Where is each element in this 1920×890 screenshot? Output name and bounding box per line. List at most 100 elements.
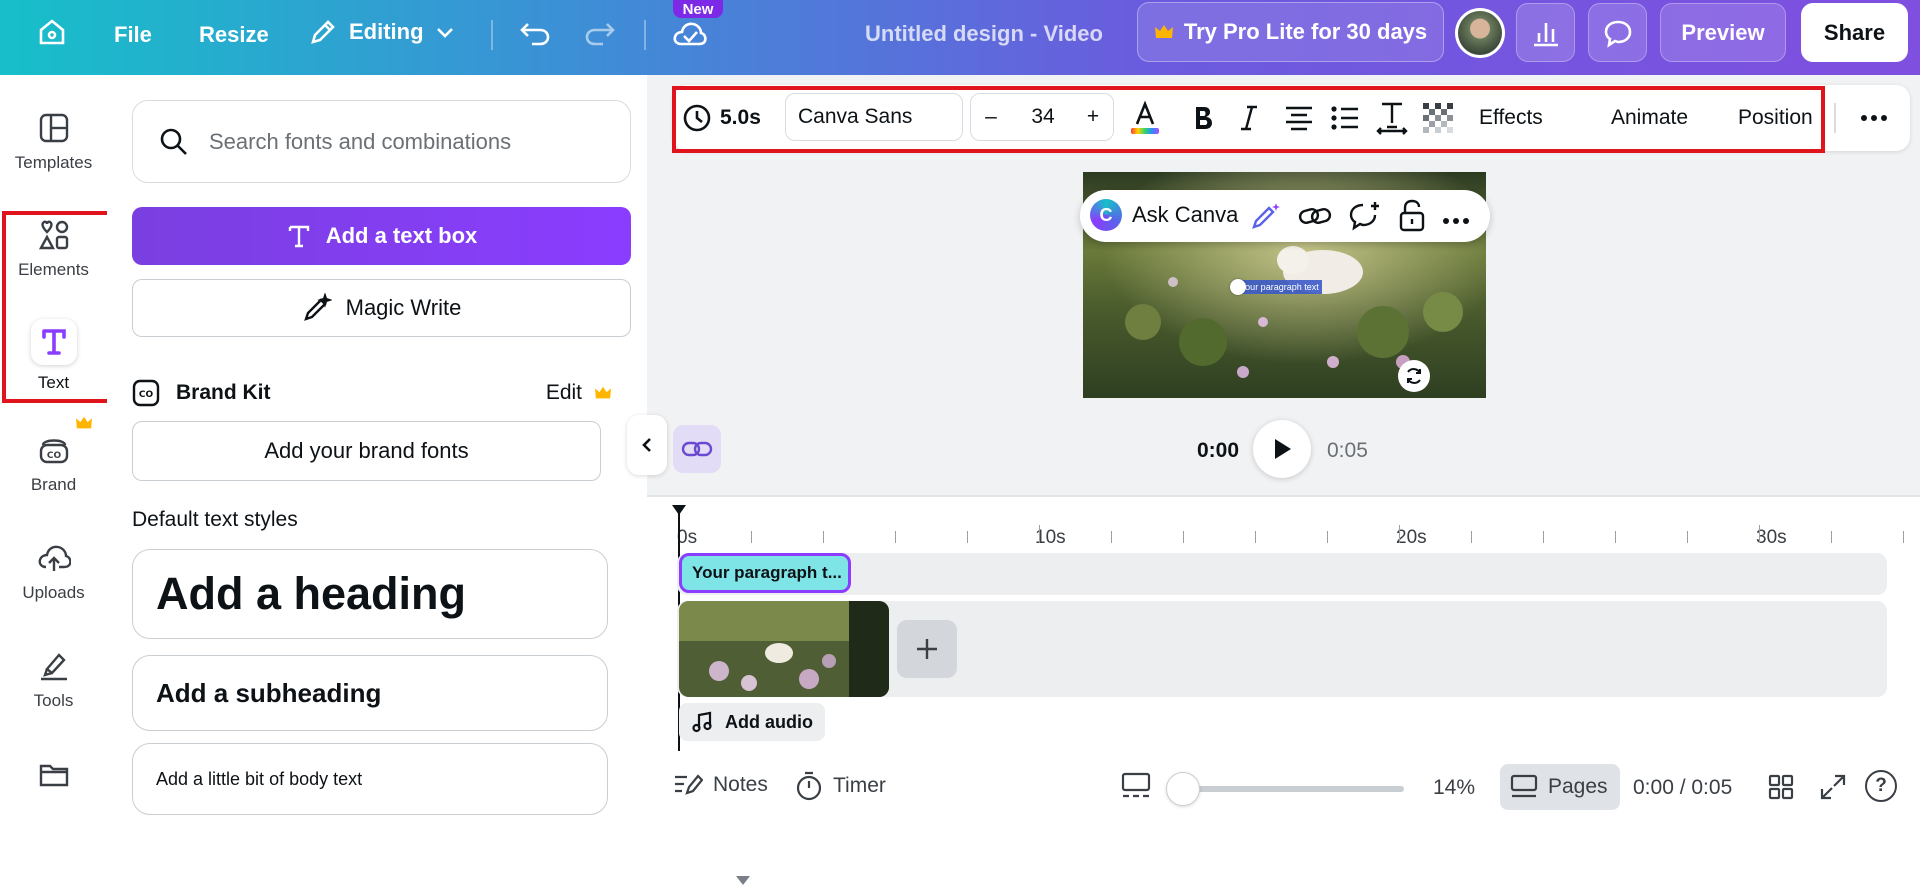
add-audio-label: Add audio xyxy=(725,711,813,732)
text-clip[interactable]: Your paragraph t... xyxy=(679,553,851,593)
add-comment-button[interactable] xyxy=(1348,200,1382,237)
svg-text:CO: CO xyxy=(139,390,154,400)
file-menu[interactable]: File xyxy=(114,22,152,48)
avatar[interactable] xyxy=(1455,8,1505,58)
try-pro-button[interactable]: Try Pro Lite for 30 days xyxy=(1137,2,1444,62)
save-status-button[interactable] xyxy=(672,17,708,51)
refresh-icon xyxy=(1407,368,1421,384)
link-element-button[interactable] xyxy=(1298,202,1332,235)
thumbnail-view-icon xyxy=(1121,772,1151,798)
tick-label: 20s xyxy=(1396,527,1427,548)
divider xyxy=(644,20,646,50)
add-brand-fonts-button[interactable]: Add your brand fonts xyxy=(132,421,601,481)
play-button[interactable] xyxy=(1253,420,1311,478)
magic-wand-icon xyxy=(1252,203,1280,229)
scroll-down-arrow[interactable] xyxy=(736,876,750,885)
magic-write-button[interactable]: Magic Write xyxy=(132,279,631,337)
default-styles-heading: Default text styles xyxy=(132,508,298,531)
link-icon xyxy=(1298,208,1332,224)
canva-logo-icon: C xyxy=(1090,199,1122,231)
undo-button[interactable] xyxy=(518,18,552,48)
lock-button[interactable] xyxy=(1398,199,1426,238)
time-readout: 0:00 / 0:05 xyxy=(1633,776,1733,799)
help-button[interactable]: ? xyxy=(1865,770,1897,802)
add-subheading-button[interactable]: Add a subheading xyxy=(132,655,608,731)
design-title[interactable]: Untitled design - Video xyxy=(865,21,1103,47)
crown-icon xyxy=(76,416,92,429)
ruler-tick xyxy=(1615,531,1616,543)
magic-pen-icon xyxy=(303,293,332,321)
grid-icon xyxy=(1768,774,1794,800)
rail-item-templates[interactable]: Templates xyxy=(0,111,107,173)
expand-icon xyxy=(1820,774,1846,800)
preview-button[interactable]: Preview xyxy=(1660,3,1786,62)
font-search-input[interactable]: Search fonts and combinations xyxy=(132,100,631,183)
plus-icon xyxy=(917,639,937,659)
view-mode-button[interactable] xyxy=(1121,772,1151,805)
add-clip-button[interactable] xyxy=(897,620,957,678)
notes-label: Notes xyxy=(713,773,768,796)
rotate-handle[interactable] xyxy=(1230,279,1246,295)
ask-canva-button[interactable]: C Ask Canva xyxy=(1090,199,1238,231)
rail-item-tools[interactable]: Tools xyxy=(0,649,107,711)
selected-text-element[interactable]: Your paragraph text xyxy=(1237,280,1322,294)
add-text-box-button[interactable]: Add a text box xyxy=(132,207,631,265)
templates-icon xyxy=(39,113,68,143)
file-label: File xyxy=(114,22,152,47)
add-body-text-label: Add a little bit of body text xyxy=(156,768,363,789)
link-button[interactable] xyxy=(673,425,721,473)
ruler-tick xyxy=(1111,531,1112,543)
notes-button[interactable]: Notes xyxy=(673,771,768,799)
add-body-text-button[interactable]: Add a little bit of body text xyxy=(132,743,608,815)
rail-item-uploads[interactable]: Uploads xyxy=(0,541,107,603)
timeline: 0s 10s 20s 30s Your paragraph t... Add a… xyxy=(647,495,1920,765)
timer-button[interactable]: Timer xyxy=(795,771,886,801)
home-button[interactable] xyxy=(36,16,68,48)
add-heading-button[interactable]: Add a heading xyxy=(132,549,608,639)
add-audio-button[interactable]: Add audio xyxy=(679,703,825,741)
zoom-value[interactable]: 14% xyxy=(1433,776,1475,800)
avatar-image xyxy=(1458,11,1502,55)
replace-button[interactable] xyxy=(1398,360,1430,392)
ruler-tick xyxy=(1831,531,1832,543)
timeline-ruler[interactable]: 0s 10s 20s 30s xyxy=(647,505,1920,548)
ruler-tick xyxy=(1903,531,1904,543)
top-bar: File Resize Editing New Untitled design … xyxy=(0,0,1920,75)
text-track xyxy=(677,553,1887,595)
new-badge: New xyxy=(673,0,723,18)
ruler-tick xyxy=(1327,531,1328,543)
grid-view-button[interactable] xyxy=(1768,774,1794,805)
pages-button[interactable]: Pages xyxy=(1500,764,1620,810)
more-options-button[interactable] xyxy=(1851,95,1897,141)
pages-label: Pages xyxy=(1548,775,1608,798)
share-label: Share xyxy=(1823,19,1886,45)
editing-menu[interactable]: Editing xyxy=(307,16,456,48)
pages-icon xyxy=(1510,774,1538,798)
share-button[interactable]: Share xyxy=(1801,3,1908,62)
ruler-tick xyxy=(823,531,824,543)
total-time: 0:05 xyxy=(1327,439,1368,462)
more-options-button[interactable] xyxy=(1442,212,1470,230)
resize-menu[interactable]: Resize xyxy=(199,22,269,48)
ruler-tick xyxy=(1183,531,1184,543)
zoom-slider[interactable] xyxy=(1166,772,1404,806)
link-icon xyxy=(681,441,713,457)
rail-item-brand[interactable]: CO Brand xyxy=(0,433,107,495)
bottom-bar: Notes Timer 14% Pages 0:00 / 0:05 ? xyxy=(647,762,1920,815)
zoom-slider-handle[interactable] xyxy=(1166,772,1200,806)
search-placeholder: Search fonts and combinations xyxy=(209,128,512,154)
ruler-tick xyxy=(1687,531,1688,543)
redo-button[interactable] xyxy=(583,18,617,48)
video-clip[interactable] xyxy=(679,601,889,697)
ruler-tick xyxy=(1471,531,1472,543)
rail-item-projects[interactable] xyxy=(0,757,107,791)
insights-button[interactable] xyxy=(1516,3,1575,62)
comments-button[interactable] xyxy=(1588,3,1647,62)
magic-edit-button[interactable] xyxy=(1250,201,1282,236)
collapse-panel-button[interactable] xyxy=(627,415,667,475)
floating-element-toolbar: C Ask Canva xyxy=(1080,190,1490,242)
fullscreen-button[interactable] xyxy=(1820,774,1846,805)
svg-text:CO: CO xyxy=(46,451,61,461)
video-thumbnail xyxy=(679,601,889,697)
brand-kit-edit-link[interactable]: Edit xyxy=(546,381,582,405)
